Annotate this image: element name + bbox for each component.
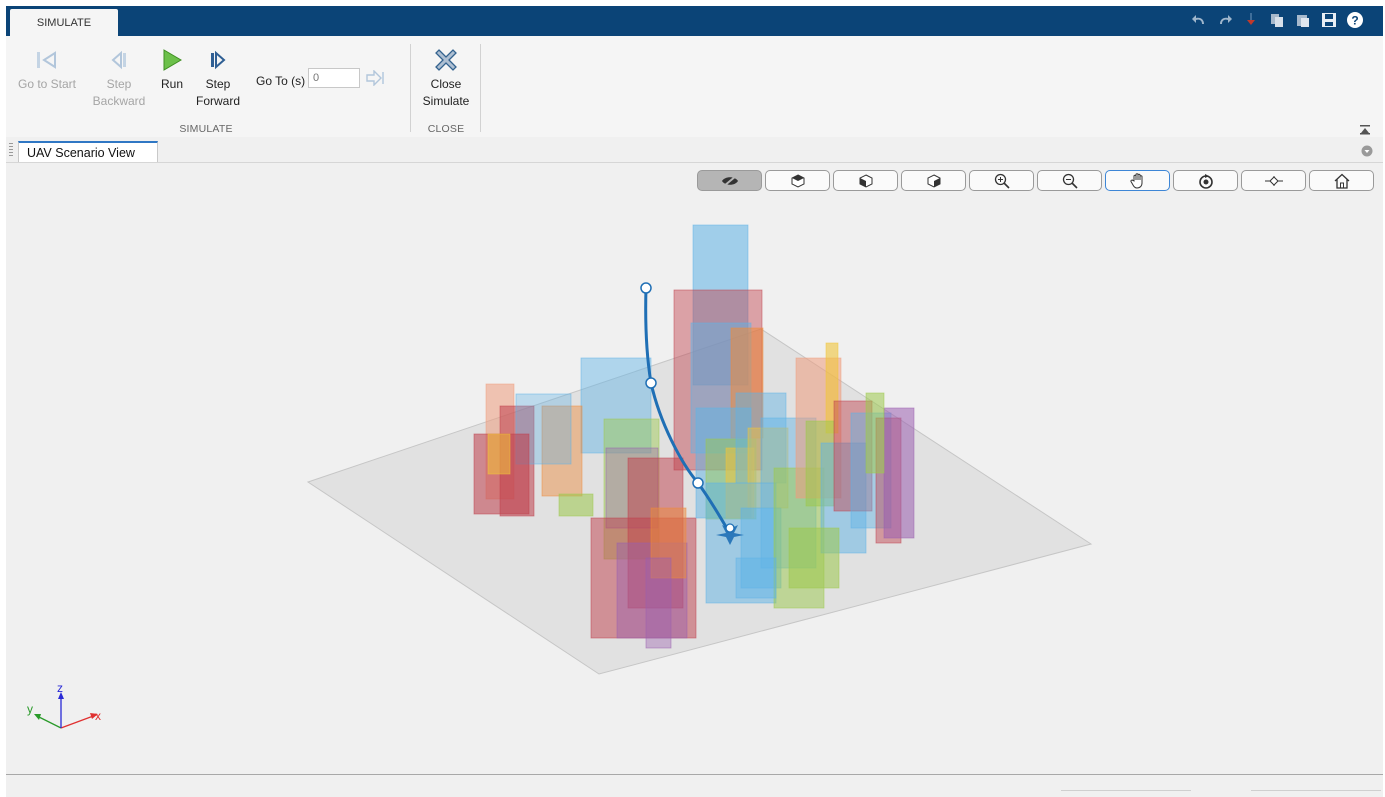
step-forward-label-1: Step: [205, 77, 231, 91]
step-forward-label-2: Forward: [195, 94, 240, 108]
building: [883, 407, 915, 539]
view-cube-side-icon: [859, 173, 872, 188]
group-divider: [410, 44, 411, 132]
close-group-label: CLOSE: [427, 123, 465, 135]
step-forward-button[interactable]: Step Forward: [192, 46, 244, 110]
close-simulate-label-1: Close: [430, 77, 462, 91]
step-backward-button[interactable]: Step Backward: [88, 46, 150, 110]
quick-access-toolbar: ?: [1191, 12, 1363, 28]
paste-icon[interactable]: [1295, 12, 1311, 28]
run-icon: [163, 49, 182, 71]
view-side-button[interactable]: [833, 170, 898, 191]
group-divider: [480, 44, 481, 132]
view-iso-button[interactable]: [901, 170, 966, 191]
app-window: SIMULATE ? Go to Start Step Backward Run…: [6, 6, 1383, 797]
z-axis-label: z: [57, 681, 63, 695]
uav-scene-canvas[interactable]: x y z: [6, 163, 1383, 775]
document-menu-icon[interactable]: [1361, 144, 1373, 162]
status-bar: [6, 774, 1383, 797]
tab-simulate[interactable]: SIMULATE: [10, 9, 118, 37]
waypoint-marker[interactable]: [640, 282, 652, 294]
redo-icon[interactable]: [1217, 12, 1233, 28]
building: [788, 527, 840, 589]
y-axis-label: y: [27, 702, 33, 716]
hide-button[interactable]: [697, 170, 762, 191]
close-simulate-label-2: Simulate: [422, 94, 470, 108]
data-cursor-icon: [1264, 175, 1283, 186]
zoom-in-icon: [994, 173, 1010, 189]
status-divider: [1251, 790, 1381, 791]
tab-uav-scenario-view[interactable]: UAV Scenario View: [18, 141, 158, 163]
building: [735, 557, 777, 599]
simulate-group-label: SIMULATE: [179, 123, 233, 135]
drag-handle-icon[interactable]: [9, 143, 13, 162]
undo-icon[interactable]: [1191, 12, 1207, 28]
step-backward-icon: [111, 50, 126, 70]
download-icon[interactable]: [1243, 12, 1259, 28]
data-cursor-button[interactable]: [1241, 170, 1306, 191]
step-backward-label-2: Backward: [92, 94, 146, 108]
building: [487, 433, 511, 475]
building: [865, 392, 885, 474]
view-front-button[interactable]: [765, 170, 830, 191]
go-to-arrow-icon[interactable]: [366, 69, 386, 91]
zoom-out-icon: [1062, 173, 1078, 189]
zoom-in-button[interactable]: [969, 170, 1034, 191]
view-cube-front-icon: [791, 173, 804, 188]
rotate-icon: [1198, 173, 1213, 189]
pan-button[interactable]: [1105, 170, 1170, 191]
toolstrip: Go to Start Step Backward Run Step Forwa…: [6, 36, 1383, 138]
go-to-start-label: Go to Start: [17, 77, 77, 91]
building: [558, 493, 594, 517]
view-cube-iso-icon: [927, 173, 940, 188]
save-icon[interactable]: [1321, 12, 1337, 28]
title-bar: SIMULATE ?: [6, 6, 1383, 37]
pan-icon: [1129, 172, 1142, 189]
go-to-time-input[interactable]: [308, 68, 360, 88]
help-icon[interactable]: ?: [1347, 12, 1363, 28]
go-to-start-icon: [37, 51, 56, 69]
restore-view-button[interactable]: [1309, 170, 1374, 191]
status-divider: [1061, 790, 1191, 791]
hide-icon: [721, 174, 738, 187]
step-backward-label-1: Step: [106, 77, 132, 91]
waypoint-marker[interactable]: [645, 377, 657, 389]
close-icon: [435, 49, 457, 71]
rotate-button[interactable]: [1173, 170, 1238, 191]
run-label: Run: [160, 77, 183, 91]
close-simulate-button[interactable]: Close Simulate: [416, 46, 476, 110]
building: [645, 557, 672, 649]
axes-toolbar: [697, 170, 1374, 191]
document-tab-bar: UAV Scenario View: [6, 137, 1383, 163]
x-axis-label: x: [95, 709, 101, 723]
home-icon: [1334, 173, 1349, 189]
city-buildings: [306, 224, 1093, 675]
axes-triad: x y z: [27, 681, 101, 729]
copy-icon[interactable]: [1269, 12, 1285, 28]
run-button[interactable]: Run: [154, 46, 190, 93]
zoom-out-button[interactable]: [1037, 170, 1102, 191]
go-to-start-button[interactable]: Go to Start: [10, 46, 84, 93]
waypoint-marker[interactable]: [692, 477, 704, 489]
scenario-view: x y z: [6, 162, 1383, 775]
go-to-label: Go To (s): [256, 74, 306, 88]
svg-text:?: ?: [1351, 14, 1358, 28]
step-forward-icon: [211, 50, 226, 70]
